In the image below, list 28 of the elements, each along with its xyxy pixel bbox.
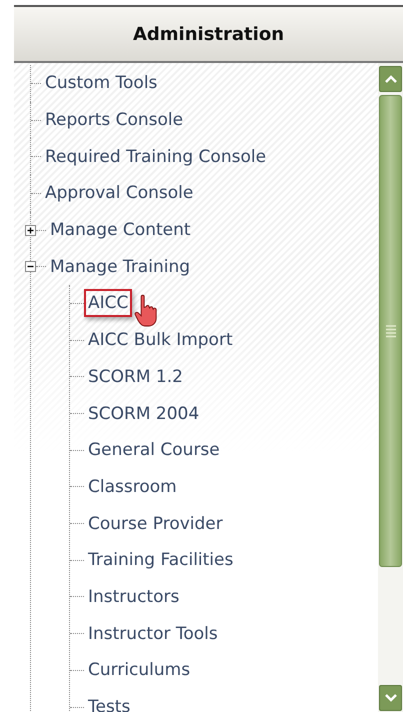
hand-cursor-icon [134,294,158,328]
tree-item[interactable]: Curriculums [84,656,194,684]
panel-title: Administration [132,24,284,44]
tree-item[interactable]: Instructors [84,582,184,611]
chevron-up-icon [384,74,398,84]
scroll-down-button[interactable] [379,685,402,711]
tree-item[interactable]: SCORM 1.2 [84,362,187,391]
tree-item[interactable]: AICC [84,289,132,318]
tree-item[interactable]: Tests [84,693,134,712]
chevron-down-icon [384,693,398,703]
tree-item[interactable]: Manage Training [46,252,194,281]
tree-item[interactable]: General Course [84,436,224,464]
tree-item[interactable]: AICC Bulk Import [84,326,237,354]
tree-item[interactable]: SCORM 2004 [84,400,204,428]
tree-item[interactable]: Required Training Console [41,142,270,171]
scroll-up-button[interactable] [379,66,402,92]
tree-item[interactable]: Training Facilities [84,546,238,574]
collapse-icon[interactable] [25,261,36,272]
tree-item[interactable]: Instructor Tools [84,620,222,648]
tree-item[interactable]: Approval Console [41,179,198,208]
tree-item[interactable]: Reports Console [41,106,188,134]
expand-icon[interactable] [25,224,36,236]
tree-item[interactable]: Manage Content [46,216,195,244]
tree-item[interactable]: Classroom [84,472,181,501]
tree-item[interactable]: Custom Tools [41,69,162,98]
grip-icon [384,324,396,338]
scroll-thumb[interactable] [379,95,402,567]
tree-item[interactable]: Course Provider [84,510,227,538]
